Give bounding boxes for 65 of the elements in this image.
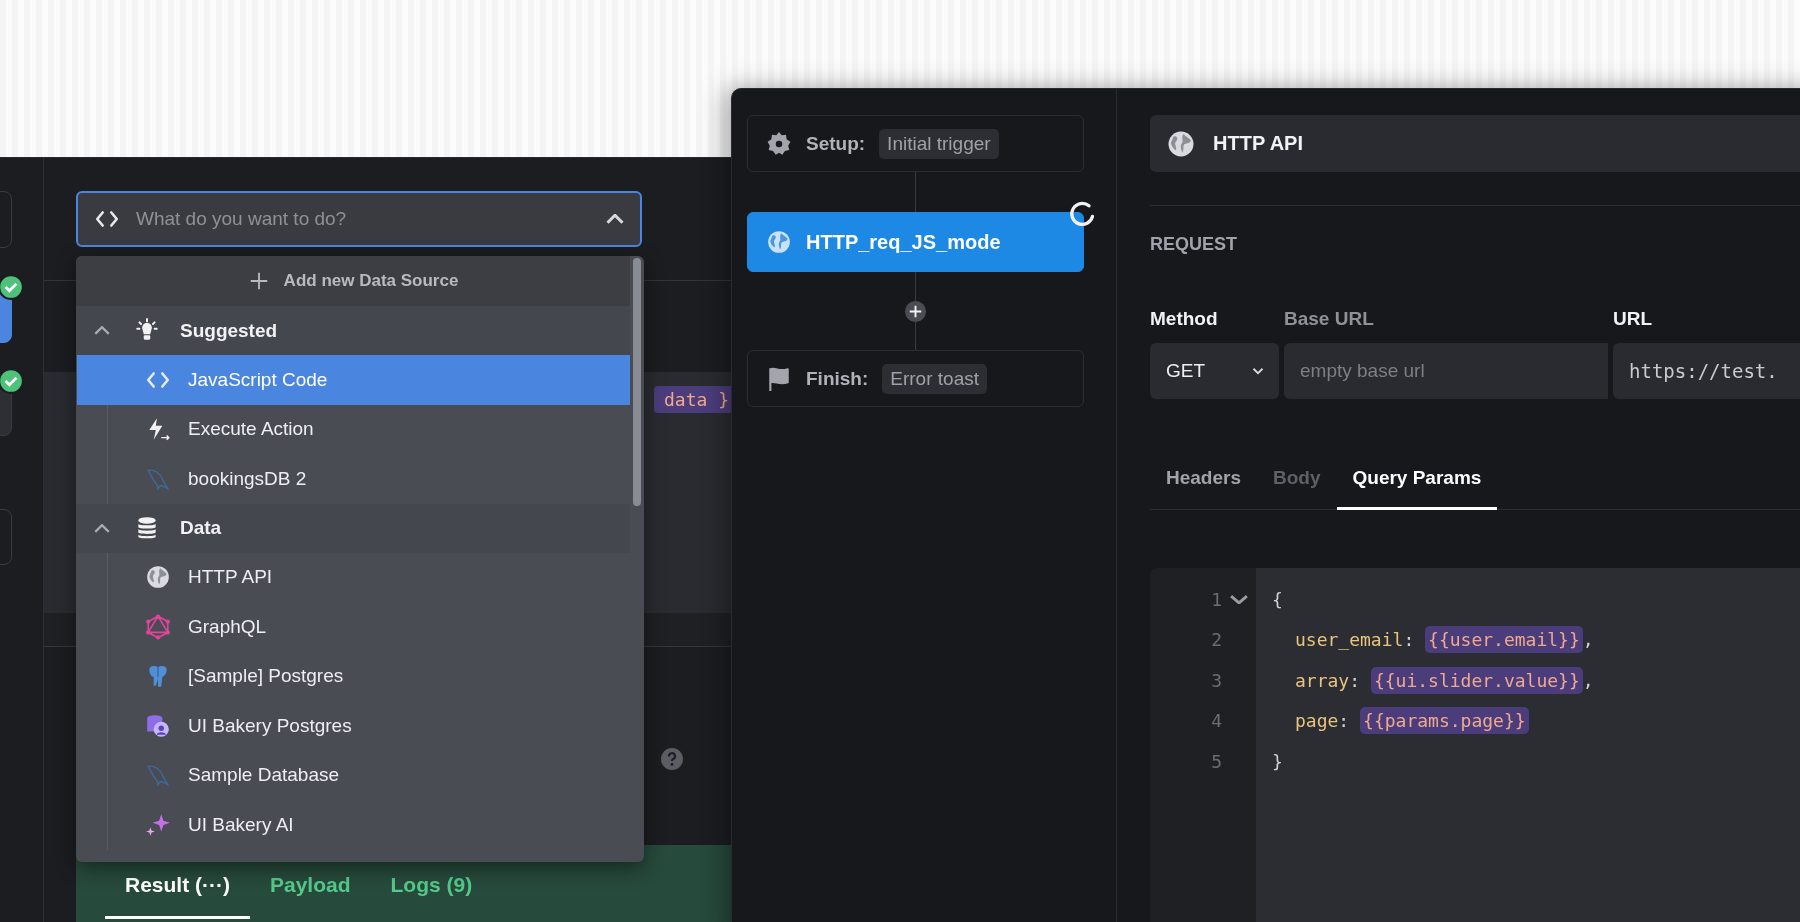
code-text: , (1582, 629, 1594, 651)
menu-section-header[interactable]: Data (76, 503, 630, 553)
menu-item[interactable]: Sample Database (77, 750, 630, 800)
chevron-up-icon (606, 214, 624, 224)
source-title: HTTP API (1213, 132, 1303, 155)
scrollbar[interactable] (633, 258, 641, 506)
help-icon[interactable] (660, 747, 684, 771)
code-expression: {{ui.slider.value}} (1370, 666, 1583, 694)
gear-icon (766, 130, 792, 157)
fold-chevron-icon[interactable] (1230, 594, 1248, 604)
section-title: Suggested (180, 319, 278, 342)
node-tag: Initial trigger (879, 128, 999, 159)
field-label: URL (1613, 308, 1654, 330)
section-heading: REQUEST (1150, 234, 1238, 255)
menu-section-header[interactable]: Suggested (76, 306, 630, 355)
menu-item[interactable]: UI Bakery Postgres (77, 701, 630, 751)
add-data-source-button[interactable]: Add new Data Source (76, 256, 630, 306)
code-text: { (1272, 588, 1283, 610)
menu-item[interactable]: Execute Action (77, 404, 630, 454)
code-editor[interactable]: 1 2 3 4 5 { user_email: {{user.email}} , array: {{ui.slider.value}} , page: {{params.page}} } (1150, 568, 1800, 922)
action-select[interactable]: What do you want to do? (76, 191, 642, 247)
menu-item[interactable]: GraphQL (77, 602, 630, 652)
section-title: Data (180, 517, 222, 539)
globe-icon (766, 229, 792, 255)
code-text: : (1349, 669, 1362, 691)
base-url-field[interactable]: empty base url (1284, 343, 1608, 399)
code-text: page (1295, 710, 1339, 732)
code-text: user_email (1295, 629, 1404, 651)
node-title: HTTP_req_JS_mode (806, 230, 1001, 254)
field-label: Base URL (1284, 308, 1375, 330)
code-text: : (1338, 710, 1351, 732)
line-number: 1 (1211, 588, 1222, 610)
menu-item[interactable]: [Sample] Postgres (77, 651, 630, 701)
code-text: , (1582, 669, 1594, 691)
line-number: 4 (1211, 710, 1222, 732)
flow-node[interactable]: HTTP_req_JS_mode (747, 212, 1084, 272)
add-data-source-label: Add new Data Source (283, 271, 459, 291)
url-field[interactable]: https://test. (1613, 343, 1800, 399)
node-tag: Error toast (882, 363, 987, 394)
node-label: Setup: (806, 132, 866, 155)
globe-icon (145, 564, 171, 591)
code-text: array (1295, 669, 1350, 691)
request-tab[interactable]: Query Params (1336, 467, 1498, 510)
graphql-icon (145, 613, 171, 640)
request-tab[interactable]: Headers (1150, 467, 1257, 510)
menu-item[interactable]: HTTP API (77, 552, 630, 602)
dolphin-icon (145, 762, 171, 789)
node-label: Finish: (806, 367, 869, 390)
line-number: 2 (1211, 629, 1222, 651)
line-number: 3 (1211, 669, 1222, 691)
code-expression: {{params.page}} (1360, 707, 1529, 735)
menu-item[interactable]: bookingsDB 2 (77, 454, 630, 504)
flow-node[interactable]: Setup: Initial trigger (747, 115, 1084, 172)
code-text: } (1272, 750, 1283, 772)
add-step-button[interactable] (904, 300, 927, 323)
flag-icon (766, 365, 792, 392)
method-select[interactable]: GET (1150, 343, 1279, 399)
menu-item[interactable]: JavaScript Code (77, 355, 630, 405)
database-icon (145, 712, 171, 739)
code-expression: {{user.email}} (1425, 626, 1583, 654)
field-label: Method (1150, 308, 1219, 330)
flow-node[interactable]: Finish: Error toast (747, 350, 1084, 407)
placeholder-text: What do you want to do? (136, 208, 348, 230)
line-number: 5 (1211, 750, 1222, 772)
code-text: : (1403, 629, 1416, 651)
